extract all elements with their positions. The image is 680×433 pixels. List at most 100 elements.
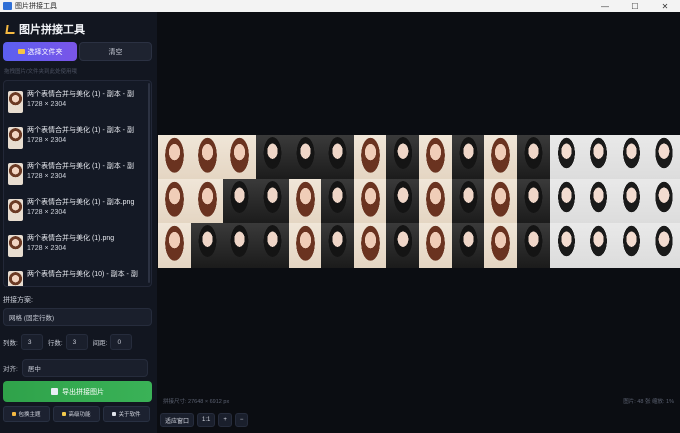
preview-tile xyxy=(386,179,420,224)
preview-tile xyxy=(288,223,322,268)
preview-tile xyxy=(255,179,289,224)
theme-button[interactable]: 包换主题 xyxy=(3,406,50,422)
preview-tile xyxy=(321,179,355,224)
preview-tile xyxy=(255,223,289,268)
preview-tile xyxy=(190,135,224,180)
preview-tile xyxy=(451,179,485,224)
file-item[interactable]: 两个表情合并与美化 (10) - 副本 - 副 xyxy=(8,269,149,286)
preview-tile xyxy=(419,135,453,180)
cols-input[interactable]: 3 xyxy=(20,334,43,350)
zoom-out-button[interactable]: − xyxy=(234,413,249,427)
file-thumbnail xyxy=(8,163,23,185)
gap-label: 间距: xyxy=(92,340,108,347)
file-size: 1728 × 2304 xyxy=(27,137,67,144)
grid-params: 列数: 3 行数: 3 间距: 0 xyxy=(3,334,137,350)
preview-tile xyxy=(353,179,387,224)
preview-tile xyxy=(386,223,420,268)
brand: 图片拼接工具 xyxy=(5,21,85,37)
zoom-controls: 适应窗口 1:1 + − xyxy=(160,413,249,427)
preview-tile xyxy=(419,179,453,224)
maximize-button[interactable]: ☐ xyxy=(620,0,650,12)
preview-tile xyxy=(223,179,257,224)
fit-window-button[interactable]: 适应窗口 xyxy=(160,413,195,427)
close-button[interactable]: ✕ xyxy=(650,0,680,12)
export-button[interactable]: 导出拼接图片 xyxy=(3,381,152,402)
status-bar: 拼接尺寸: 27648 × 6912 px 图片: 48 张 缩放: 1% xyxy=(157,393,680,409)
drop-hint: 拖拽图片/文件夹到此处使用哦 xyxy=(4,69,78,75)
window-title: 图片拼接工具 xyxy=(15,3,57,10)
file-thumbnail xyxy=(8,235,23,257)
file-list[interactable]: 两个表情合并与美化 (1) - 副本 - 副 1728 × 2304 两个表情合… xyxy=(3,80,152,287)
align-select[interactable]: 居中 xyxy=(21,359,148,377)
preview-tile xyxy=(484,179,518,224)
zoom-in-button[interactable]: + xyxy=(218,413,232,427)
preview-tile xyxy=(321,135,355,180)
align-label: 对齐: xyxy=(3,366,18,373)
preview-tile xyxy=(288,179,322,224)
actual-size-button[interactable]: 1:1 xyxy=(197,413,216,427)
select-folder-button[interactable]: 选择文件夹 xyxy=(3,42,77,61)
about-label: 关于软件 xyxy=(118,412,141,418)
file-size: 1728 × 2304 xyxy=(27,101,67,108)
output-size: 拼接尺寸: 27648 × 6912 px xyxy=(163,399,230,405)
theme-label: 包换主题 xyxy=(18,412,41,418)
preview-tile xyxy=(614,135,648,180)
preview-tile xyxy=(484,135,518,180)
file-thumbnail xyxy=(8,199,23,221)
rows-label: 行数: xyxy=(47,340,63,347)
file-size: 1728 × 2304 xyxy=(27,209,67,216)
preview-tile xyxy=(582,223,616,268)
preview-tile xyxy=(582,135,616,180)
preview-tile xyxy=(223,223,257,268)
file-thumbnail xyxy=(8,91,23,113)
file-size: 1728 × 2304 xyxy=(27,245,67,252)
file-name: 两个表情合并与美化 (10) - 副本 - 副 xyxy=(27,271,138,278)
file-item[interactable]: 两个表情合并与美化 (1) - 副本 - 副 1728 × 2304 xyxy=(8,125,149,155)
bottom-buttons: 包换主题 高级功能 关于软件 xyxy=(3,406,150,422)
preview-tile xyxy=(190,223,224,268)
palette-icon xyxy=(12,412,17,416)
file-item[interactable]: 两个表情合并与美化 (1).png 1728 × 2304 xyxy=(8,233,149,263)
preview-area: 拼接尺寸: 27648 × 6912 px 图片: 48 张 缩放: 1% 适应… xyxy=(157,12,680,433)
save-icon xyxy=(51,388,58,395)
preview-tile xyxy=(516,179,550,224)
file-list-scrollbar[interactable] xyxy=(148,83,150,283)
lightning-icon xyxy=(62,412,67,416)
advanced-button[interactable]: 高级功能 xyxy=(53,406,100,422)
preview-tile xyxy=(353,135,387,180)
preview-tile xyxy=(549,179,583,224)
preview-tile xyxy=(353,223,387,268)
preview-tile xyxy=(516,135,550,180)
file-thumbnail xyxy=(8,271,23,286)
brand-title: 图片拼接工具 xyxy=(19,24,85,36)
file-name: 两个表情合并与美化 (1) - 副本.png xyxy=(27,199,135,206)
file-item[interactable]: 两个表情合并与美化 (1) - 副本 - 副 1728 × 2304 xyxy=(8,161,149,191)
preview-tile xyxy=(647,135,680,180)
preview-tile xyxy=(451,135,485,180)
preview-tile xyxy=(614,223,648,268)
align-row: 对齐: 居中 xyxy=(3,359,148,377)
scheme-label: 拼接方案: xyxy=(3,297,33,304)
info-icon xyxy=(112,412,117,416)
preview-tile xyxy=(614,179,648,224)
file-item[interactable]: 两个表情合并与美化 (1) - 副本.png 1728 × 2304 xyxy=(8,197,149,227)
preview-tile xyxy=(549,135,583,180)
scheme-select[interactable]: 网格 (固定行数) xyxy=(3,308,152,326)
file-item[interactable]: 两个表情合并与美化 (1) - 副本 - 副 1728 × 2304 xyxy=(8,89,149,119)
advanced-label: 高级功能 xyxy=(68,412,91,418)
preview-tile xyxy=(484,223,518,268)
file-thumbnail xyxy=(8,127,23,149)
about-button[interactable]: 关于软件 xyxy=(103,406,150,422)
stitched-preview xyxy=(158,135,680,268)
minimize-button[interactable]: — xyxy=(590,0,620,12)
export-label: 导出拼接图片 xyxy=(62,388,104,396)
file-name: 两个表情合并与美化 (1) - 副本 - 副 xyxy=(27,127,134,134)
preview-tile xyxy=(647,223,680,268)
file-name: 两个表情合并与美化 (1) - 副本 - 副 xyxy=(27,91,134,98)
rows-input[interactable]: 3 xyxy=(65,334,88,350)
preview-tile xyxy=(255,135,289,180)
gap-input[interactable]: 0 xyxy=(110,334,133,350)
preview-tile xyxy=(386,135,420,180)
window-titlebar: 图片拼接工具 — ☐ ✕ xyxy=(0,0,680,12)
clear-button[interactable]: 清空 xyxy=(79,42,152,61)
